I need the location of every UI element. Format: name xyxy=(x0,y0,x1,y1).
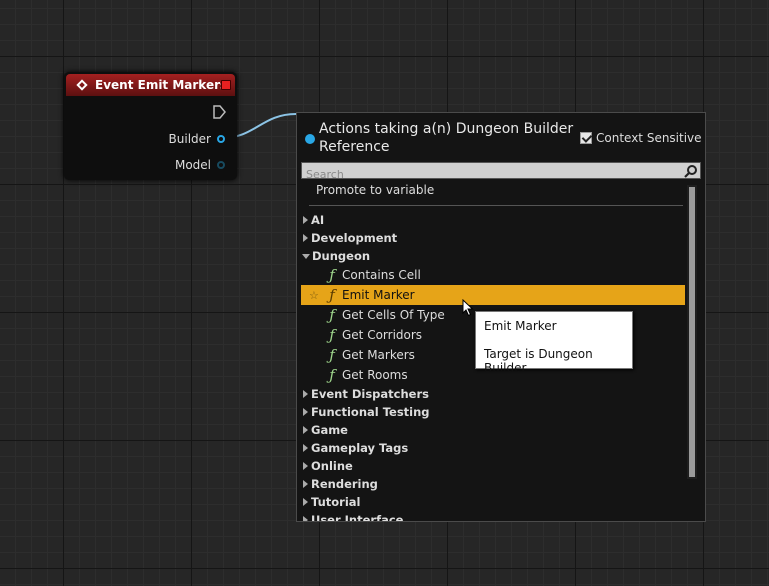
function-icon: ƒ xyxy=(329,326,335,344)
mouse-cursor-icon xyxy=(462,299,474,317)
collapsed-arrow-icon[interactable] xyxy=(303,516,308,521)
category-tutorial[interactable]: Tutorial xyxy=(301,493,685,511)
collapsed-arrow-icon[interactable] xyxy=(303,234,308,242)
category-game[interactable]: Game xyxy=(301,421,685,439)
category-event-dispatchers[interactable]: Event Dispatchers xyxy=(301,385,685,403)
builder-pin-row[interactable]: Builder xyxy=(169,132,225,146)
builder-pin-label: Builder xyxy=(168,132,211,146)
function-icon: ƒ xyxy=(329,306,335,324)
collapsed-arrow-icon[interactable] xyxy=(303,480,308,488)
separator xyxy=(309,205,683,206)
event-icon xyxy=(76,79,88,91)
pin-type-icon xyxy=(305,134,315,144)
context-sensitive-label: Context Sensitive xyxy=(596,131,702,145)
function-icon: ƒ xyxy=(329,266,335,284)
event-node[interactable]: Event Emit Markers Builder Model xyxy=(64,72,237,180)
function-icon: ƒ xyxy=(329,286,335,304)
scrollbar[interactable] xyxy=(687,185,697,479)
function-icon: ƒ xyxy=(329,366,335,384)
model-pin-icon[interactable] xyxy=(217,161,225,169)
search-box[interactable] xyxy=(301,162,701,182)
function-emit-marker[interactable]: ☆ ƒ Emit Marker xyxy=(301,285,685,305)
collapsed-arrow-icon[interactable] xyxy=(303,444,308,452)
expanded-arrow-icon[interactable] xyxy=(302,254,310,259)
scrollbar-thumb[interactable] xyxy=(689,187,695,477)
category-rendering[interactable]: Rendering xyxy=(301,475,685,493)
collapsed-arrow-icon[interactable] xyxy=(303,216,308,224)
menu-title: Actions taking a(n) Dungeon Builder Refe… xyxy=(319,121,574,155)
category-dungeon[interactable]: Dungeon xyxy=(301,247,685,265)
model-pin-label: Model xyxy=(174,158,211,172)
function-icon: ƒ xyxy=(329,346,335,364)
function-tooltip: Emit Marker Target is Dungeon Builder xyxy=(475,311,633,375)
tooltip-target: Target is Dungeon Builder xyxy=(484,347,593,375)
category-gameplay-tags[interactable]: Gameplay Tags xyxy=(301,439,685,457)
context-sensitive-checkbox[interactable] xyxy=(580,132,592,144)
category-ai[interactable]: AI xyxy=(301,211,685,229)
collapsed-arrow-icon[interactable] xyxy=(303,462,308,470)
category-development[interactable]: Development xyxy=(301,229,685,247)
tooltip-title: Emit Marker xyxy=(484,319,557,333)
node-title: Event Emit Markers xyxy=(95,78,228,92)
node-header[interactable]: Event Emit Markers xyxy=(66,74,235,96)
category-online[interactable]: Online xyxy=(301,457,685,475)
promote-to-variable[interactable]: Promote to variable xyxy=(316,183,434,197)
context-sensitive-toggle[interactable]: Context Sensitive xyxy=(580,131,705,145)
collapsed-arrow-icon[interactable] xyxy=(303,426,308,434)
model-pin-row[interactable]: Model xyxy=(175,158,225,172)
collapsed-arrow-icon[interactable] xyxy=(303,498,308,506)
star-icon[interactable]: ☆ xyxy=(309,289,319,302)
search-icon[interactable] xyxy=(684,164,698,178)
collapsed-arrow-icon[interactable] xyxy=(303,390,308,398)
builder-pin-icon[interactable] xyxy=(217,135,225,143)
exec-output-pin-icon[interactable] xyxy=(212,105,226,119)
collapsed-arrow-icon[interactable] xyxy=(303,408,308,416)
search-input[interactable] xyxy=(302,167,672,182)
function-contains-cell[interactable]: ƒ Contains Cell xyxy=(301,265,685,285)
category-user-interface[interactable]: User Interface xyxy=(301,511,685,521)
category-functional-testing[interactable]: Functional Testing xyxy=(301,403,685,421)
delegate-pin-icon[interactable] xyxy=(221,80,231,90)
